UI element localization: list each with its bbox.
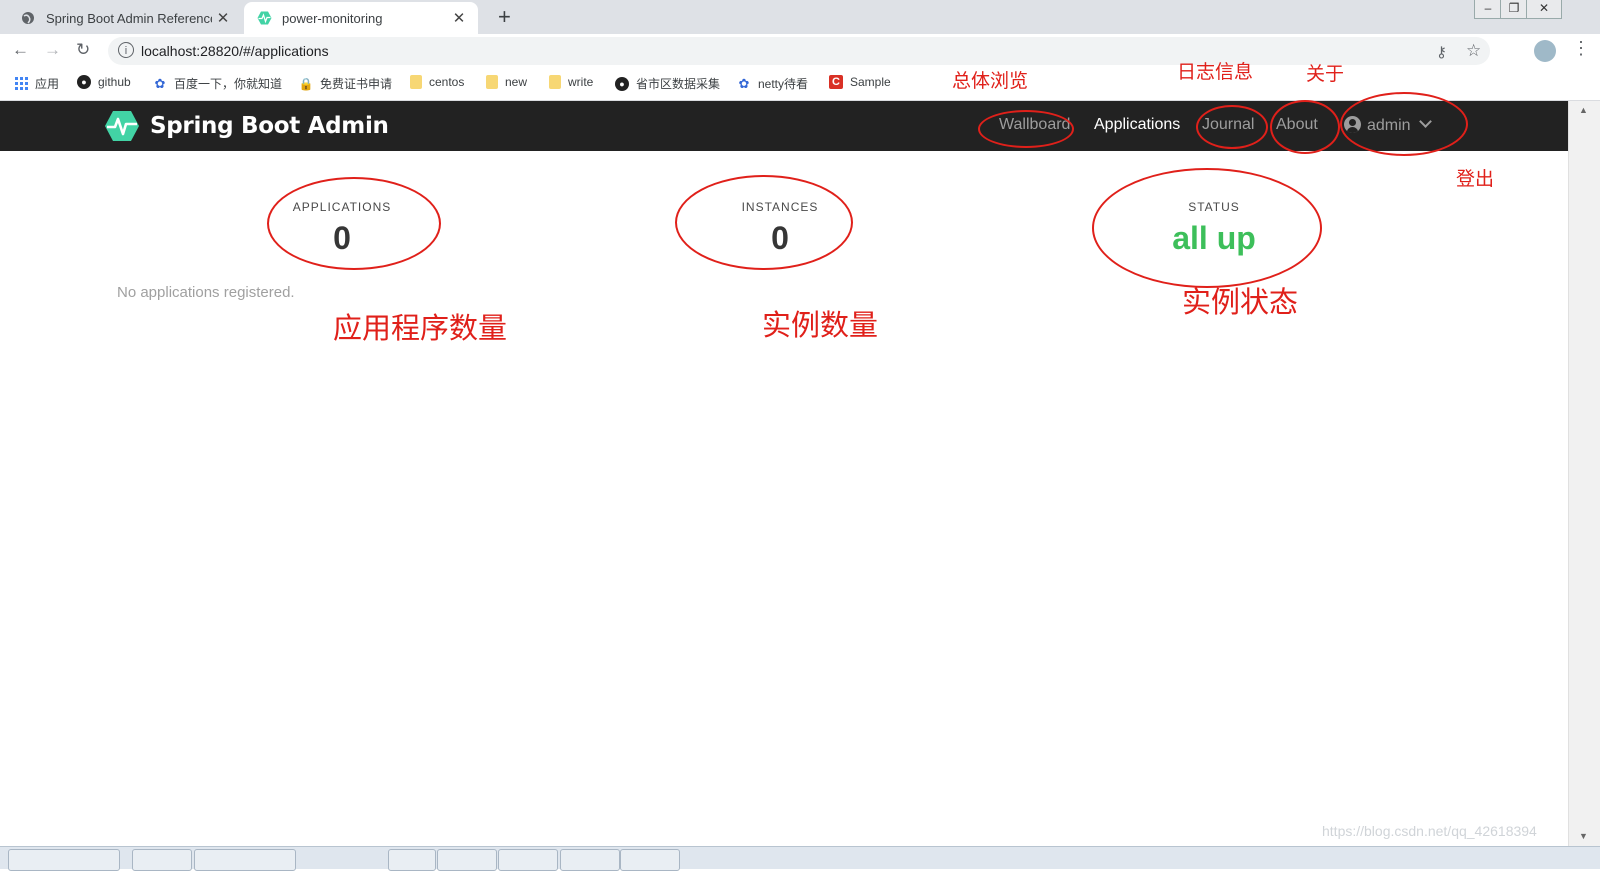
- bookmark-baidu[interactable]: ✿ 百度一下，你就知道: [153, 75, 282, 92]
- stat-instances: INSTANCES 0: [700, 200, 860, 257]
- nav-about[interactable]: About: [1276, 116, 1318, 134]
- browser-menu-icon[interactable]: ⋮: [1572, 38, 1590, 59]
- bookmark-label: 省市区数据采集: [636, 77, 721, 91]
- minimize-icon[interactable]: –: [1474, 0, 1502, 19]
- forward-arrow-icon[interactable]: →: [44, 40, 61, 60]
- stat-status: STATUS all up: [1134, 200, 1294, 257]
- stat-label: APPLICATIONS: [292, 200, 392, 214]
- back-arrow-icon[interactable]: ←: [12, 40, 29, 60]
- annotation-wallboard: 总体浏览: [952, 70, 1029, 92]
- baidu-paw-icon: ✿: [154, 75, 166, 91]
- folder-icon: [486, 75, 498, 89]
- brand[interactable]: Spring Boot Admin: [104, 110, 389, 142]
- reload-icon[interactable]: ↻: [76, 40, 90, 60]
- user-circle-icon: [1344, 116, 1361, 133]
- baidu-paw-icon: ✿: [738, 75, 750, 91]
- bookmark-label: 免费证书申请: [320, 77, 393, 91]
- site-info-icon[interactable]: i: [118, 42, 134, 58]
- spring-boot-admin-favicon-icon: [256, 10, 272, 26]
- app-navbar: Spring Boot Admin Wallboard Applications…: [0, 101, 1568, 151]
- browser-tab-power-monitoring[interactable]: power-monitoring ✕: [244, 2, 478, 34]
- bookmark-centos[interactable]: centos: [410, 75, 464, 89]
- close-icon[interactable]: ✕: [448, 9, 470, 27]
- browser-tab-reference[interactable]: Spring Boot Admin Reference ✕: [8, 2, 242, 34]
- annotation-applications-count: 应用程序数量: [333, 311, 508, 345]
- annotation-journal: 日志信息: [1177, 61, 1254, 83]
- bookmark-label: write: [568, 75, 594, 89]
- bookmark-new[interactable]: new: [486, 75, 527, 89]
- browser-tab-strip: Spring Boot Admin Reference ✕ power-moni…: [0, 0, 1600, 34]
- url-text: localhost:28820/#/applications: [141, 43, 329, 59]
- scroll-up-icon[interactable]: ▲: [1579, 105, 1588, 115]
- stat-label: STATUS: [1188, 200, 1240, 214]
- bookmark-star-icon[interactable]: ☆: [1466, 41, 1481, 61]
- bookmark-label: 百度一下，你就知道: [174, 77, 283, 91]
- globe-icon: [20, 10, 36, 26]
- tab-title: power-monitoring: [282, 10, 383, 26]
- folder-icon: [549, 75, 561, 89]
- folder-icon: [410, 75, 422, 89]
- bookmark-write[interactable]: write: [549, 75, 593, 89]
- empty-applications-message: No applications registered.: [117, 284, 295, 301]
- spring-boot-admin-logo-icon: [105, 111, 139, 141]
- bookmark-netty[interactable]: ✿ netty待看: [737, 75, 808, 92]
- stat-label: INSTANCES: [741, 200, 819, 214]
- bookmark-apps[interactable]: 应用: [14, 75, 59, 92]
- watermark: https://blog.csdn.net/qq_42618394: [1322, 823, 1537, 839]
- bookmark-label: github: [98, 75, 131, 89]
- chevron-down-icon: [1418, 115, 1432, 128]
- annotation-logout: 登出: [1456, 168, 1495, 190]
- lock-icon: 🔒: [298, 76, 314, 91]
- brand-title: Spring Boot Admin: [150, 113, 389, 139]
- bookmark-free-cert[interactable]: 🔒 免费证书申请: [299, 75, 392, 92]
- scroll-down-icon[interactable]: ▼: [1579, 831, 1588, 841]
- user-name: admin: [1367, 117, 1411, 134]
- key-icon[interactable]: ⚷: [1436, 43, 1447, 61]
- restore-icon[interactable]: ❐: [1500, 0, 1528, 19]
- github-icon: ●: [77, 75, 91, 89]
- bookmark-sample[interactable]: C Sample: [829, 75, 891, 89]
- bookmark-label: netty待看: [758, 77, 809, 91]
- annotation-instance-status: 实例状态: [1182, 285, 1299, 319]
- bookmark-label: centos: [429, 75, 465, 89]
- stat-value: 0: [333, 220, 351, 256]
- annotation-about: 关于: [1306, 63, 1345, 85]
- bookmark-label: new: [505, 75, 528, 89]
- tab-title: Spring Boot Admin Reference: [46, 10, 212, 26]
- page-scrollbar[interactable]: ▲ ▼: [1568, 101, 1600, 847]
- os-taskbar: [0, 846, 1600, 871]
- bookmarks-bar: 应用 ● github ✿ 百度一下，你就知道 🔒 免费证书申请 centos …: [0, 68, 1600, 101]
- bookmark-region-data[interactable]: ● 省市区数据采集: [615, 75, 720, 92]
- window-close-icon[interactable]: ✕: [1526, 0, 1562, 19]
- new-tab-button[interactable]: +: [498, 4, 511, 30]
- bookmark-label: Sample: [850, 75, 891, 89]
- status-value: all up: [1172, 220, 1256, 256]
- c-logo-icon: C: [829, 75, 843, 89]
- stat-value: 0: [771, 220, 789, 256]
- nav-applications[interactable]: Applications: [1094, 116, 1180, 134]
- close-icon[interactable]: ✕: [212, 9, 234, 27]
- annotation-instances-count: 实例数量: [762, 308, 879, 342]
- nav-wallboard[interactable]: Wallboard: [999, 116, 1070, 134]
- bookmark-label: 应用: [35, 77, 60, 91]
- address-bar[interactable]: i localhost:28820/#/applications: [108, 37, 1490, 65]
- bookmark-github[interactable]: ● github: [77, 75, 131, 89]
- user-menu[interactable]: admin: [1344, 115, 1432, 135]
- github-icon: ●: [615, 76, 629, 91]
- nav-journal[interactable]: Journal: [1202, 116, 1254, 134]
- stat-applications: APPLICATIONS 0: [262, 200, 422, 257]
- profile-avatar[interactable]: [1534, 40, 1556, 62]
- apps-grid-icon: [14, 76, 28, 91]
